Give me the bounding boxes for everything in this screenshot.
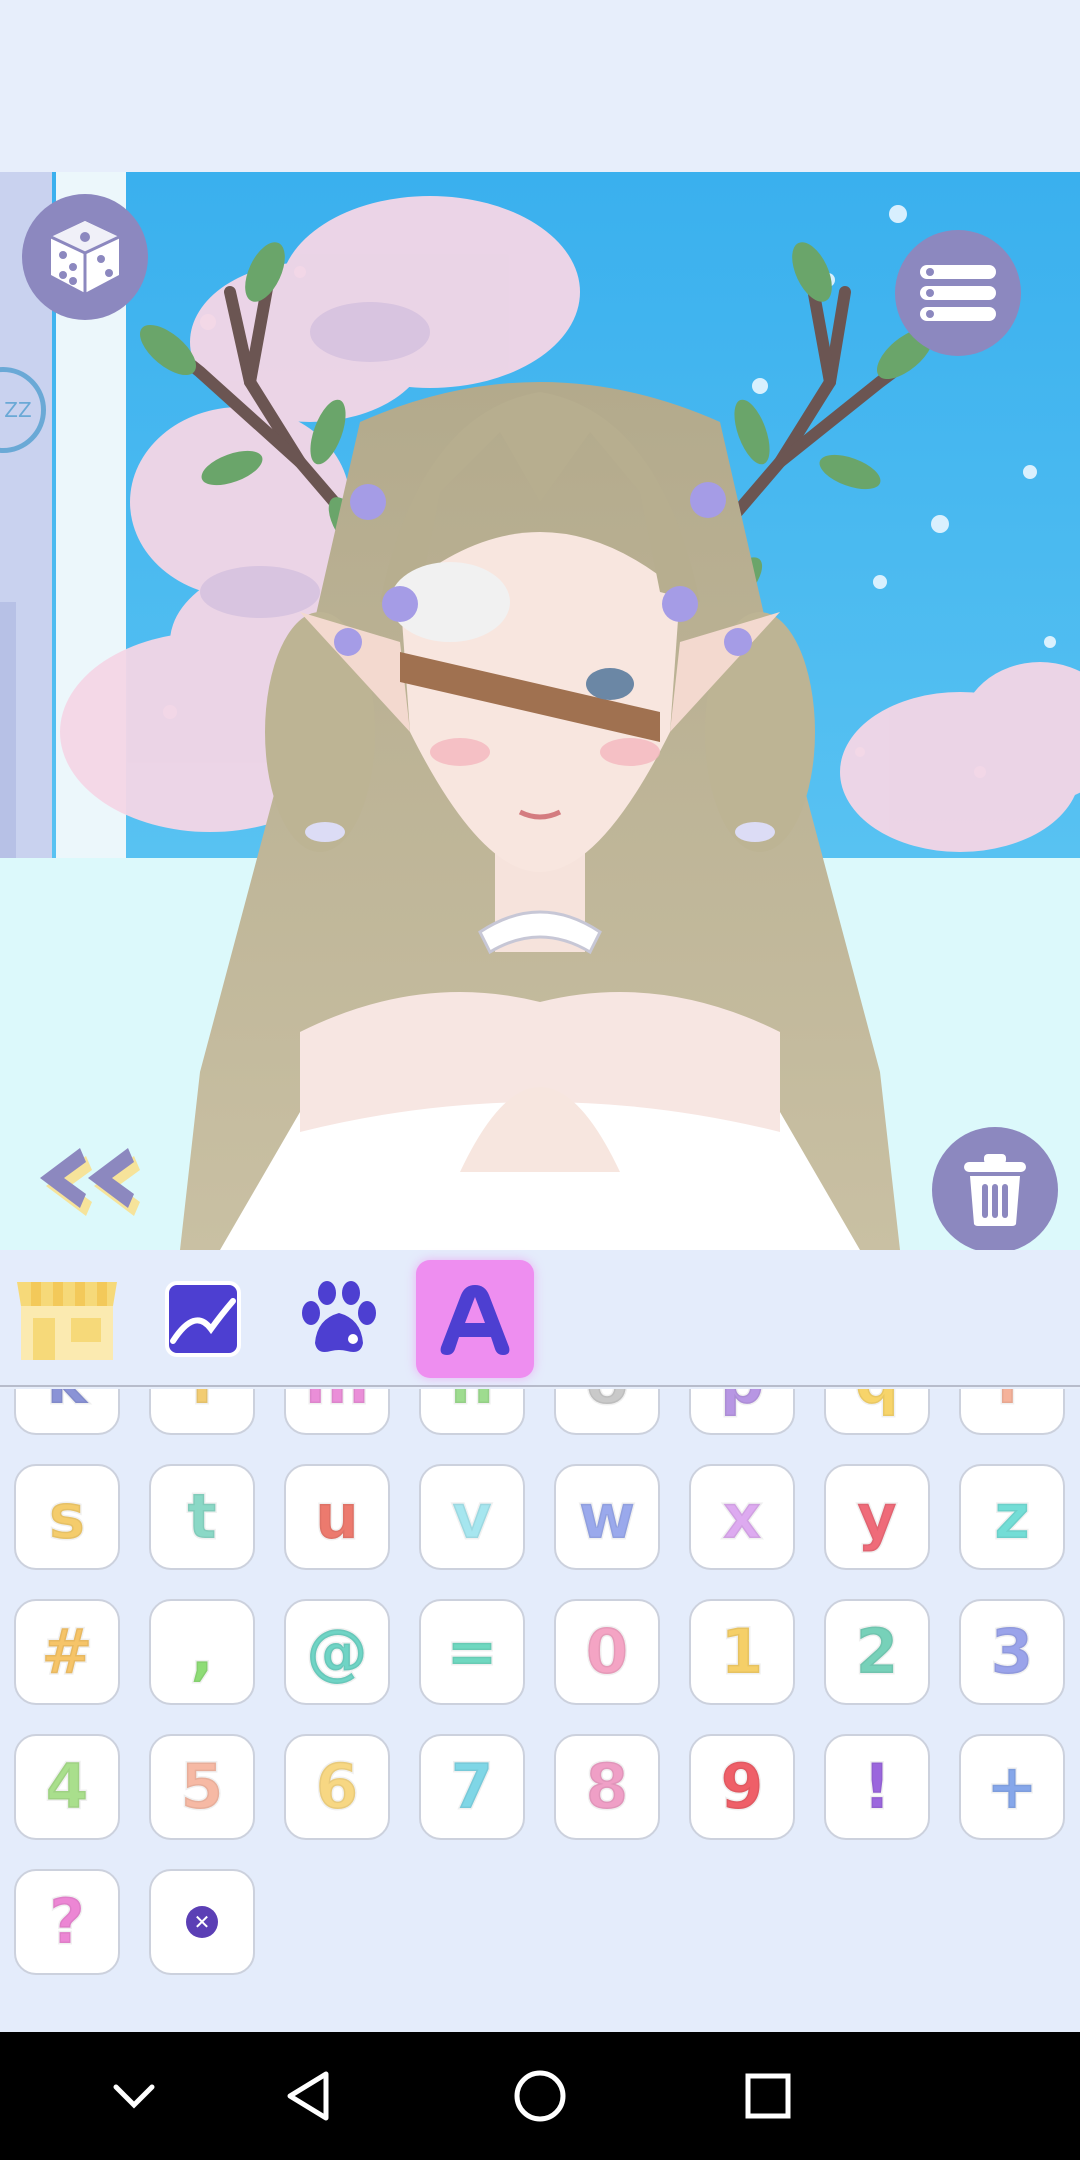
tab-text[interactable] xyxy=(416,1260,534,1378)
key-glyph: 8 xyxy=(584,1750,630,1823)
nav-hide-button[interactable] xyxy=(98,2060,170,2132)
randomize-button[interactable] xyxy=(22,194,148,320)
key-character[interactable]: p xyxy=(689,1389,795,1435)
key-character[interactable]: ? xyxy=(14,1869,120,1975)
collapse-button[interactable] xyxy=(30,1142,140,1222)
key-glyph: w xyxy=(577,1480,637,1553)
key-character[interactable]: w xyxy=(554,1464,660,1570)
key-glyph: , xyxy=(189,1615,216,1688)
avatar-canvas[interactable]: ZZ xyxy=(0,172,1080,1250)
key-glyph: k xyxy=(45,1389,89,1414)
paw-icon xyxy=(302,1281,376,1352)
key-character[interactable]: # xyxy=(14,1599,120,1705)
dice-icon xyxy=(50,221,120,293)
key-character[interactable]: m xyxy=(284,1389,390,1435)
key-character[interactable]: 4 xyxy=(14,1734,120,1840)
nav-home-button[interactable] xyxy=(504,2060,576,2132)
key-character[interactable]: 6 xyxy=(284,1734,390,1840)
key-character[interactable]: @ xyxy=(284,1599,390,1705)
key-glyph: y xyxy=(855,1480,898,1553)
key-character[interactable]: v xyxy=(419,1464,525,1570)
key-character[interactable]: u xyxy=(284,1464,390,1570)
key-glyph: 6 xyxy=(314,1750,360,1823)
tab-pet[interactable] xyxy=(280,1260,398,1378)
delete-button[interactable] xyxy=(932,1127,1058,1250)
clear-icon: ✕ xyxy=(186,1906,218,1938)
key-character[interactable]: z xyxy=(959,1464,1065,1570)
key-glyph: v xyxy=(450,1480,493,1553)
key-glyph: q xyxy=(853,1389,900,1414)
key-character[interactable]: t xyxy=(149,1464,255,1570)
key-character[interactable]: n xyxy=(419,1389,525,1435)
landscape-icon xyxy=(165,1281,241,1357)
key-glyph: m xyxy=(303,1389,371,1414)
key-character[interactable]: y xyxy=(824,1464,930,1570)
double-chevron-left-icon xyxy=(40,1148,140,1216)
key-glyph: r xyxy=(995,1389,1029,1414)
tab-background[interactable] xyxy=(144,1260,262,1378)
key-glyph: u xyxy=(313,1480,360,1553)
key-character[interactable]: l xyxy=(149,1389,255,1435)
key-character[interactable]: 7 xyxy=(419,1734,525,1840)
key-glyph: o xyxy=(584,1389,630,1414)
key-character[interactable]: 3 xyxy=(959,1599,1065,1705)
nav-recents-button[interactable] xyxy=(732,2060,804,2132)
recents-square-icon xyxy=(745,2073,791,2119)
key-glyph: # xyxy=(40,1615,95,1688)
key-character[interactable]: 9 xyxy=(689,1734,795,1840)
character-grid: k l m n o p q r s t u v w x y z #, @ = 0 1 2 3 4 5 6 7 8 9! +? ✕ xyxy=(14,1389,1065,1975)
sleep-label: ZZ xyxy=(4,398,32,422)
tab-shop[interactable] xyxy=(8,1260,126,1378)
key-glyph: 1 xyxy=(719,1615,765,1688)
key-glyph: @ xyxy=(305,1615,370,1688)
storefront-icon xyxy=(17,1282,117,1360)
key-glyph: s xyxy=(47,1480,87,1553)
key-character[interactable]: 8 xyxy=(554,1734,660,1840)
key-clear[interactable]: ✕ xyxy=(149,1869,255,1975)
category-tabbar xyxy=(0,1250,1080,1387)
key-character[interactable]: + xyxy=(959,1734,1065,1840)
key-character[interactable]: r xyxy=(959,1389,1065,1435)
key-glyph: = xyxy=(445,1615,500,1688)
back-triangle-icon xyxy=(287,2071,329,2121)
chevron-down-icon xyxy=(113,2084,155,2109)
key-character[interactable]: s xyxy=(14,1464,120,1570)
key-glyph: 2 xyxy=(854,1615,900,1688)
key-glyph: n xyxy=(448,1389,495,1414)
key-character[interactable]: x xyxy=(689,1464,795,1570)
key-glyph: ! xyxy=(861,1750,892,1823)
key-glyph: p xyxy=(718,1389,765,1414)
menu-button[interactable] xyxy=(895,230,1021,356)
key-character[interactable]: k xyxy=(14,1389,120,1435)
key-character[interactable]: 2 xyxy=(824,1599,930,1705)
key-character[interactable]: 5 xyxy=(149,1734,255,1840)
key-glyph: 7 xyxy=(449,1750,495,1823)
key-glyph: z xyxy=(992,1480,1031,1553)
key-character[interactable]: q xyxy=(824,1389,930,1435)
key-glyph: 9 xyxy=(719,1750,765,1823)
home-circle-icon xyxy=(514,2070,566,2122)
key-character[interactable]: 1 xyxy=(689,1599,795,1705)
key-glyph: + xyxy=(985,1750,1040,1823)
sticker-grid-panel[interactable]: k l m n o p q r s t u v w x y z #, @ = 0 1 2 3 4 5 6 7 8 9! +? ✕ xyxy=(0,1389,1080,2032)
key-character[interactable]: o xyxy=(554,1389,660,1435)
key-glyph: 4 xyxy=(44,1750,90,1823)
top-status-area xyxy=(0,0,1080,172)
trash-icon xyxy=(964,1154,1026,1226)
key-glyph: ? xyxy=(48,1885,87,1958)
key-glyph: t xyxy=(186,1480,219,1553)
key-character[interactable]: ! xyxy=(824,1734,930,1840)
letter-a-icon xyxy=(440,1285,510,1355)
list-menu-icon xyxy=(920,265,996,321)
key-character[interactable]: 0 xyxy=(554,1599,660,1705)
key-glyph: 3 xyxy=(989,1615,1035,1688)
key-character[interactable]: , xyxy=(149,1599,255,1705)
system-navbar xyxy=(0,2032,1080,2160)
key-glyph: l xyxy=(190,1389,214,1414)
nav-back-button[interactable] xyxy=(272,2060,344,2132)
key-character[interactable]: = xyxy=(419,1599,525,1705)
key-glyph: x xyxy=(721,1480,764,1553)
key-glyph: 0 xyxy=(584,1615,630,1688)
key-glyph: 5 xyxy=(179,1750,225,1823)
